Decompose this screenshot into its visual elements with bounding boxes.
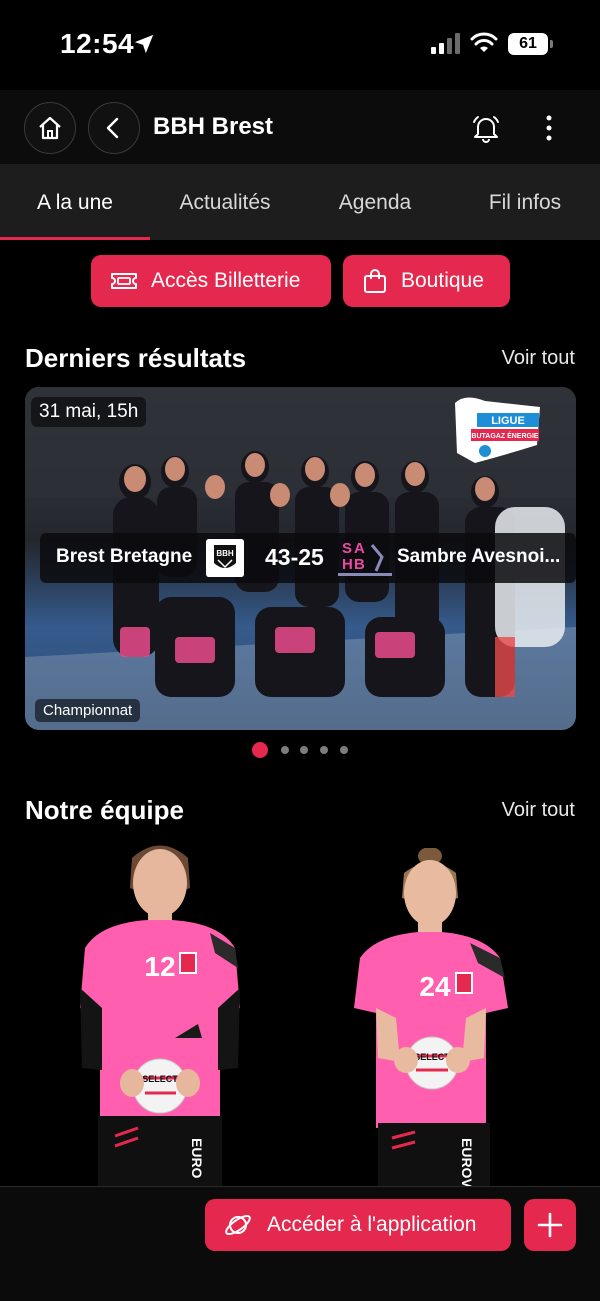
player-card[interactable]: 12 SELECT EURO [60, 838, 290, 1188]
away-team-logo: S A H B [338, 540, 392, 576]
bell-icon [473, 116, 499, 143]
results-section-title: Derniers résultats [25, 343, 247, 373]
svg-text:A: A [354, 540, 365, 557]
player-number: 12 [144, 951, 175, 982]
battery-indicator: 61 [508, 33, 553, 55]
player-photo: 24 SELECT EUROV [354, 847, 508, 1198]
shopping-bag-icon [364, 269, 386, 293]
svg-text:EURO: EURO [189, 1138, 205, 1179]
back-button[interactable] [88, 102, 140, 154]
shop-button[interactable]: Boutique [343, 255, 510, 307]
svg-text:SELECT: SELECT [142, 1074, 178, 1084]
more-vertical-icon [546, 115, 552, 141]
svg-text:EUROV: EUROV [459, 1138, 475, 1188]
results-see-all-link[interactable]: Voir tout [502, 347, 575, 370]
svg-text:SELECT: SELECT [414, 1052, 450, 1062]
tab-a-la-une[interactable]: A la une [0, 164, 150, 240]
ticketing-button[interactable]: Accès Billetterie [91, 255, 331, 307]
tab-agenda[interactable]: Agenda [300, 164, 450, 240]
bottom-action-bar: Accéder à l'application [0, 1186, 600, 1301]
location-arrow-icon [134, 34, 154, 54]
ticketing-label: Accès Billetterie [151, 269, 301, 292]
svg-text:S: S [342, 540, 352, 557]
home-icon [39, 116, 61, 140]
team-see-all-link[interactable]: Voir tout [502, 799, 575, 822]
carousel-dot[interactable] [281, 746, 289, 754]
carousel-pagination [252, 742, 352, 760]
home-team-name: Brest Bretagne [56, 546, 193, 567]
active-tab-indicator [0, 237, 150, 240]
app-header: BBH Brest [0, 90, 600, 164]
signal-icon [431, 33, 460, 54]
wifi-icon [470, 32, 498, 52]
home-team-logo: BBH [206, 539, 244, 577]
notifications-button[interactable] [468, 110, 504, 146]
player-number: 24 [419, 971, 451, 1002]
more-options-button[interactable] [535, 110, 563, 146]
svg-text:BBH: BBH [216, 549, 234, 558]
open-app-button[interactable]: Accéder à l'application [205, 1199, 511, 1251]
svg-text:B: B [354, 556, 365, 573]
page-title: BBH Brest [153, 113, 274, 140]
add-button[interactable] [524, 1199, 576, 1251]
carousel-dot[interactable] [320, 746, 328, 754]
svg-text:LIGUE: LIGUE [491, 415, 525, 427]
open-app-label: Accéder à l'application [267, 1213, 477, 1236]
competition-badge: Championnat [35, 699, 141, 722]
status-bar: 12:54 61 [0, 0, 600, 90]
away-team-name: Sambre Avesnoi... [397, 546, 561, 567]
carousel-dot[interactable] [300, 746, 308, 754]
carousel-dot-active[interactable] [252, 742, 268, 758]
status-time: 12:54 [60, 28, 135, 59]
team-section-title: Notre équipe [25, 795, 184, 825]
plus-icon [537, 1212, 563, 1238]
carousel-dot[interactable] [340, 746, 348, 754]
ticket-icon [111, 273, 137, 289]
chevron-left-icon [106, 117, 119, 139]
score-bar: Brest Bretagne BBH 43-25 S A H B Sambre … [40, 533, 576, 583]
svg-text:H: H [342, 556, 353, 573]
tab-bar: A la une Actualités Agenda Fil infos [0, 164, 600, 240]
player-card[interactable]: 24 SELECT EUROV [320, 847, 550, 1198]
planet-icon [225, 1214, 251, 1236]
player-photo: 12 SELECT EURO [80, 845, 240, 1188]
home-button[interactable] [24, 102, 76, 154]
svg-text:BUTAGAZ ÉNERGIE: BUTAGAZ ÉNERGIE [471, 431, 538, 440]
league-butagaz-logo: LIGUE BUTAGAZ ÉNERGIE [455, 397, 540, 463]
tab-fil-infos[interactable]: Fil infos [450, 164, 600, 240]
shop-label: Boutique [401, 269, 484, 292]
match-date: 31 mai, 15h [31, 397, 147, 427]
tab-actualites[interactable]: Actualités [150, 164, 300, 240]
match-score: 43-25 [265, 544, 324, 570]
